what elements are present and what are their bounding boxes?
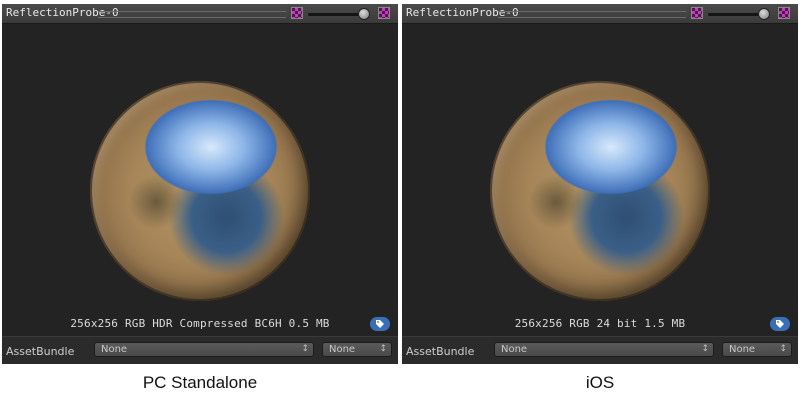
dropdown-arrow-icon: ↕: [301, 344, 309, 354]
rgb-channel-icon[interactable]: [378, 7, 390, 19]
drag-grip[interactable]: [98, 11, 286, 18]
asset-variant-dropdown[interactable]: None ↕: [322, 342, 392, 357]
asset-bundle-value: None: [101, 344, 128, 355]
sphere-outline: [90, 81, 310, 301]
sphere-outline: [490, 81, 710, 301]
preview-panel-pc: ReflectionProbe-0 256x256 RGB HDR Compre…: [2, 4, 398, 364]
drag-grip[interactable]: [498, 11, 686, 18]
preview-titlebar[interactable]: ReflectionProbe-0: [402, 4, 798, 24]
asset-bundle-label: AssetBundle: [6, 345, 75, 358]
asset-variant-value: None: [729, 344, 756, 355]
preview-panel-ios: ReflectionProbe-0 256x256 RGB 24 bit 1.5…: [402, 4, 798, 364]
asset-label-tag-icon[interactable]: [770, 317, 790, 331]
cubemap-preview-area: 256x256 RGB HDR Compressed BC6H 0.5 MB: [2, 25, 398, 330]
asset-bundle-dropdown[interactable]: None ↕: [94, 342, 314, 357]
asset-label-tag-icon[interactable]: [370, 317, 390, 331]
texture-info-text: 256x256 RGB HDR Compressed BC6H 0.5 MB: [70, 317, 330, 330]
asset-bundle-dropdown[interactable]: None ↕: [494, 342, 714, 357]
asset-bundle-value: None: [501, 344, 528, 355]
alpha-channel-icon[interactable]: [691, 7, 703, 19]
asset-bundle-bar: AssetBundle None ↕ None ↕: [402, 336, 798, 364]
cubemap-preview-area: 256x256 RGB 24 bit 1.5 MB: [402, 25, 798, 330]
caption-ios: iOS: [585, 373, 615, 392]
mip-slider-thumb[interactable]: [758, 8, 770, 20]
alpha-channel-icon[interactable]: [291, 7, 303, 19]
dropdown-arrow-icon: ↕: [379, 344, 387, 354]
texture-info-text: 256x256 RGB 24 bit 1.5 MB: [514, 317, 686, 330]
caption-pc-standalone: PC Standalone: [142, 373, 258, 392]
asset-bundle-bar: AssetBundle None ↕ None ↕: [2, 336, 398, 364]
preview-titlebar[interactable]: ReflectionProbe-0: [2, 4, 398, 24]
asset-bundle-label: AssetBundle: [406, 345, 475, 358]
asset-variant-dropdown[interactable]: None ↕: [722, 342, 792, 357]
dropdown-arrow-icon: ↕: [701, 344, 709, 354]
asset-variant-value: None: [329, 344, 356, 355]
rgb-channel-icon[interactable]: [778, 7, 790, 19]
dropdown-arrow-icon: ↕: [779, 344, 787, 354]
mip-slider-thumb[interactable]: [358, 8, 370, 20]
